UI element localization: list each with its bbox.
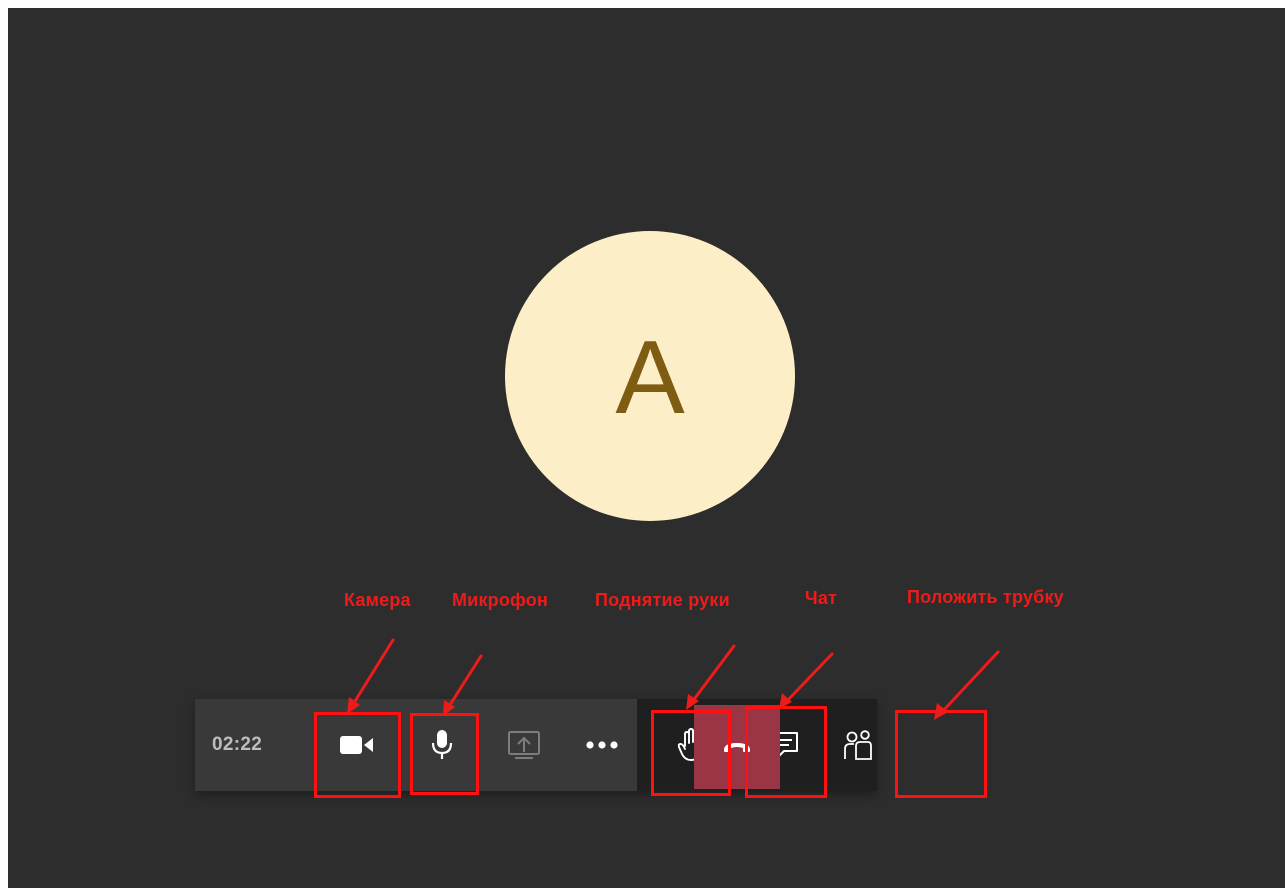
call-timer: 02:22 xyxy=(212,734,263,755)
avatar-initial: A xyxy=(615,320,685,436)
microphone-icon xyxy=(431,730,453,759)
annotation-raise-hand: Поднятие руки xyxy=(595,590,730,610)
more-dots-icon xyxy=(586,741,618,749)
annotation-camera: Камера xyxy=(344,590,411,610)
more-options-button[interactable] xyxy=(567,699,637,791)
microphone-button[interactable] xyxy=(408,699,476,791)
video-camera-icon xyxy=(340,736,373,754)
annotation-microphone: Микрофон xyxy=(452,590,549,610)
participants-button[interactable] xyxy=(823,699,893,791)
hang-up-button[interactable] xyxy=(694,705,780,789)
annotation-hang-up: Положить трубку xyxy=(907,587,1064,607)
camera-button[interactable] xyxy=(317,699,397,791)
share-screen-button[interactable] xyxy=(489,699,559,791)
participants-icon xyxy=(844,730,872,760)
participant-avatar: A xyxy=(505,231,795,521)
annotation-chat: Чат xyxy=(805,588,838,608)
share-screen-icon xyxy=(508,731,540,759)
hang-up-phone-icon xyxy=(724,743,750,752)
